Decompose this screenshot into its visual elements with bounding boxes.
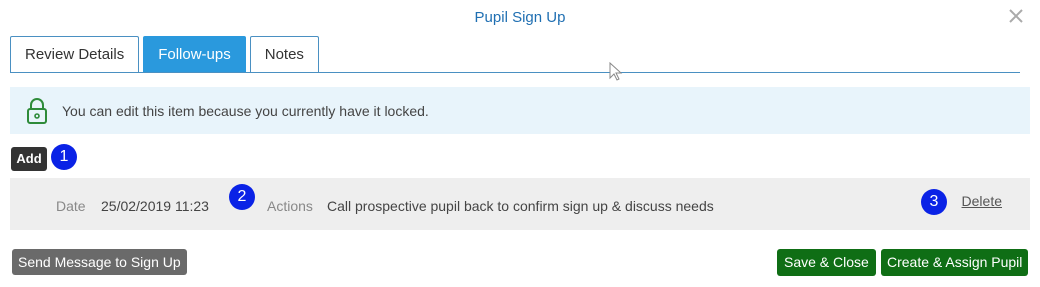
dialog-title: Pupil Sign Up	[474, 9, 566, 26]
delete-link[interactable]: Delete	[962, 193, 1002, 209]
close-icon[interactable]	[1006, 6, 1026, 26]
followup-row: Date 25/02/2019 11:23 Actions Call prosp…	[10, 178, 1030, 230]
lock-message: You can edit this item because you curre…	[62, 102, 429, 119]
annotation-marker-3: 3	[921, 189, 947, 215]
annotation-marker-1: 1	[51, 144, 77, 170]
add-button[interactable]: Add	[11, 147, 47, 171]
lock-icon	[27, 97, 47, 124]
create-assign-button[interactable]: Create & Assign Pupil	[881, 249, 1029, 276]
tab-divider	[10, 72, 1020, 73]
tab-review-details[interactable]: Review Details	[10, 36, 140, 73]
actions-value: Call prospective pupil back to confirm s…	[327, 198, 714, 214]
save-close-button[interactable]: Save & Close	[777, 249, 876, 276]
send-message-button[interactable]: Send Message to Sign Up	[12, 249, 187, 275]
annotation-marker-2: 2	[229, 184, 255, 210]
actions-label: Actions	[267, 198, 313, 214]
date-value: 25/02/2019 11:23	[101, 198, 209, 214]
tab-notes[interactable]: Notes	[249, 36, 319, 73]
date-label: Date	[56, 198, 86, 214]
tab-bar: Review Details Follow-ups Notes	[10, 36, 323, 73]
mouse-cursor-icon	[609, 62, 623, 81]
tab-follow-ups[interactable]: Follow-ups	[143, 36, 246, 73]
lock-banner: You can edit this item because you curre…	[10, 87, 1030, 134]
